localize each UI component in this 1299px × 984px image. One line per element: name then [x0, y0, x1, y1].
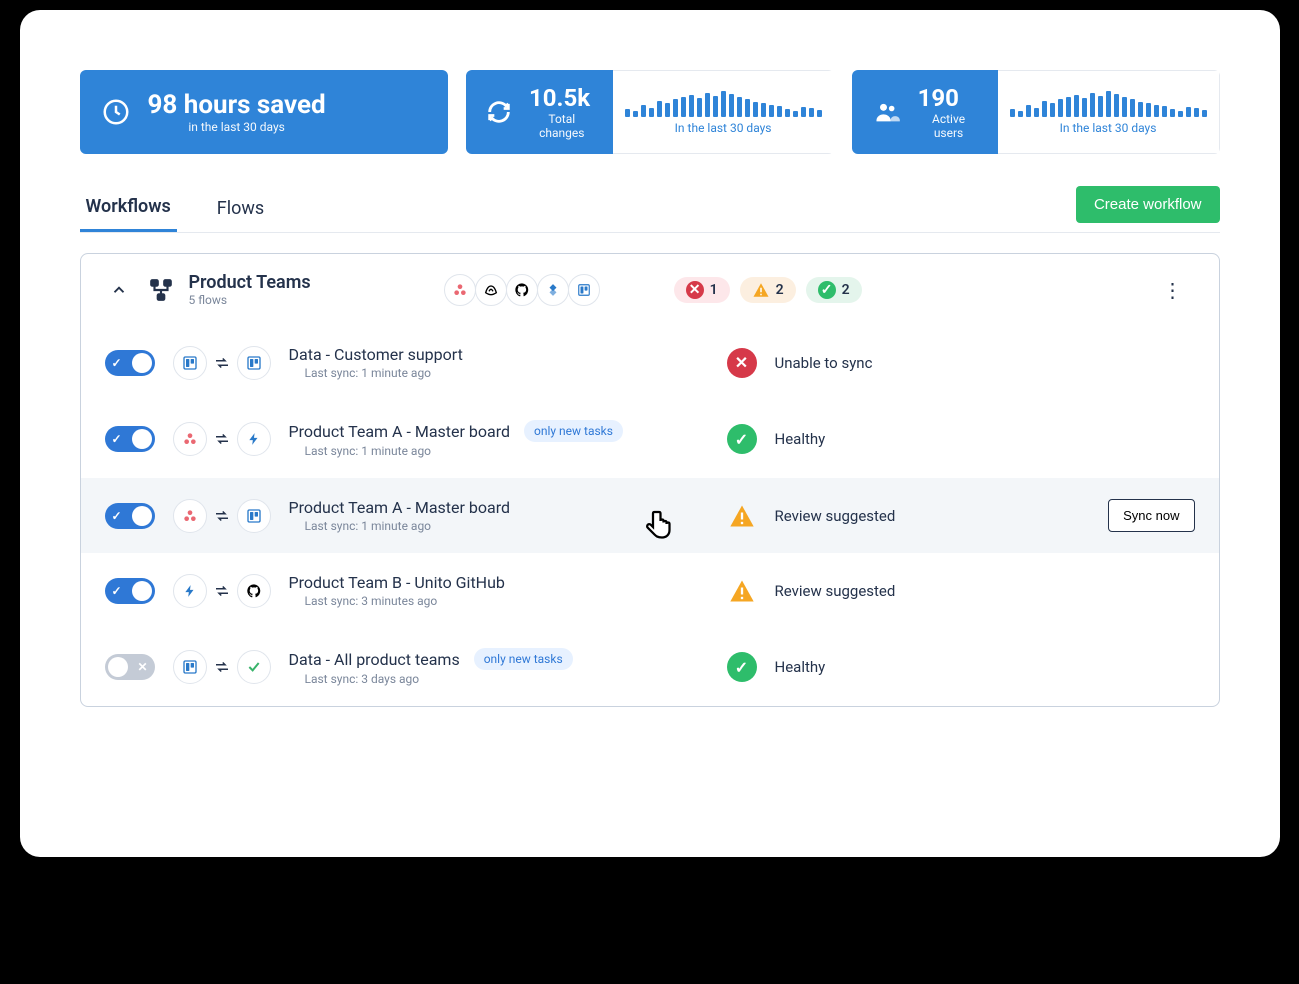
hours-value: 98 hours saved	[148, 90, 326, 120]
changes-sub: Total changes	[529, 112, 595, 140]
flow-status: Review suggested	[775, 507, 896, 525]
changes-value: 10.5k	[529, 84, 595, 112]
error-icon: ✕	[727, 348, 757, 378]
flow-last-sync: Last sync: 1 minute ago	[305, 519, 649, 533]
flow-status: Healthy	[775, 430, 826, 448]
bolt-icon	[237, 422, 271, 456]
flow-last-sync: Last sync: 1 minute ago	[305, 444, 649, 458]
tab-flows[interactable]: Flows	[211, 186, 270, 231]
trello-icon	[173, 650, 207, 684]
changes-caption: In the last 30 days	[675, 121, 772, 135]
clock-icon	[98, 94, 134, 130]
github-icon	[237, 574, 271, 608]
flow-toggle[interactable]	[105, 654, 155, 680]
flow-row[interactable]: Product Team A - Master board Last sync:…	[81, 478, 1219, 553]
flow-title: Data - All product teams	[289, 650, 460, 669]
more-menu-icon[interactable]: ⋮	[1151, 274, 1195, 306]
group-sub: 5 flows	[189, 293, 311, 307]
trello-icon	[173, 346, 207, 380]
badge-warnings: 2	[740, 277, 796, 303]
bolt-icon	[173, 574, 207, 608]
flow-toggle[interactable]	[105, 350, 155, 376]
healthy-icon: ✓	[727, 652, 757, 682]
healthy-icon: ✓	[727, 424, 757, 454]
sync-arrows-icon	[213, 354, 231, 372]
tab-workflows[interactable]: Workflows	[80, 184, 177, 232]
flow-badge: only new tasks	[524, 420, 623, 442]
hours-sub: in the last 30 days	[148, 120, 326, 134]
flow-toggle[interactable]	[105, 426, 155, 452]
users-icon	[870, 94, 904, 130]
workflow-panel: Product Teams 5 flows ✕1 2 ✓2 ⋮	[80, 253, 1220, 707]
sync-now-button[interactable]: Sync now	[1108, 499, 1194, 532]
badge-ok: ✓2	[806, 277, 862, 303]
trello-icon	[237, 346, 271, 380]
asana-icon	[444, 274, 476, 306]
flow-toggle[interactable]	[105, 578, 155, 604]
refresh-icon	[484, 94, 515, 130]
asana-icon	[173, 499, 207, 533]
flow-row[interactable]: Data - All product teams only new tasks …	[81, 628, 1219, 706]
check-icon	[237, 650, 271, 684]
flow-row[interactable]: Product Team B - Unito GitHub Last sync:…	[81, 553, 1219, 628]
flow-row[interactable]: Product Team A - Master board only new t…	[81, 400, 1219, 478]
badge-errors: ✕1	[674, 277, 730, 303]
sync-arrows-icon	[213, 582, 231, 600]
users-caption: In the last 30 days	[1060, 121, 1157, 135]
group-header[interactable]: Product Teams 5 flows ✕1 2 ✓2 ⋮	[81, 254, 1219, 325]
create-workflow-button[interactable]: Create workflow	[1076, 186, 1220, 223]
tab-row: Workflows Flows Create workflow	[80, 184, 1220, 233]
sync-arrows-icon	[213, 430, 231, 448]
status-badges: ✕1 2 ✓2	[674, 277, 862, 303]
flow-last-sync: Last sync: 3 days ago	[305, 672, 649, 686]
asana-icon	[173, 422, 207, 456]
flow-title: Data - Customer support	[289, 345, 649, 364]
group-title: Product Teams	[189, 272, 311, 293]
jira-icon	[537, 274, 569, 306]
flow-status: Review suggested	[775, 582, 896, 600]
warning-icon	[727, 501, 757, 531]
chevron-up-icon[interactable]	[105, 276, 133, 304]
flow-last-sync: Last sync: 1 minute ago	[305, 366, 649, 380]
cursor-pointer-icon	[641, 506, 677, 542]
trello-icon	[568, 274, 600, 306]
workflow-tree-icon	[147, 276, 175, 304]
flow-status: Unable to sync	[775, 354, 873, 372]
basecamp-icon	[475, 274, 507, 306]
changes-sparkline	[625, 89, 822, 117]
card-hours-saved: 98 hours saved in the last 30 days	[80, 70, 448, 154]
flow-title: Product Team A - Master board	[289, 498, 649, 517]
users-value: 190	[918, 84, 980, 112]
flow-row[interactable]: Data - Customer support Last sync: 1 min…	[81, 325, 1219, 400]
flow-title: Product Team A - Master board	[289, 422, 511, 441]
flow-last-sync: Last sync: 3 minutes ago	[305, 594, 649, 608]
tool-chips	[445, 274, 600, 306]
flow-title: Product Team B - Unito GitHub	[289, 573, 649, 592]
flow-status: Healthy	[775, 658, 826, 676]
flow-toggle[interactable]	[105, 503, 155, 529]
warning-icon	[727, 576, 757, 606]
card-total-changes: 10.5k Total changes In the last 30 days	[466, 70, 834, 154]
sync-arrows-icon	[213, 507, 231, 525]
sync-arrows-icon	[213, 658, 231, 676]
users-sub: Active users	[918, 112, 980, 140]
trello-icon	[237, 499, 271, 533]
stats-row: 98 hours saved in the last 30 days 10.5k…	[80, 70, 1220, 154]
card-active-users: 190 Active users In the last 30 days	[852, 70, 1220, 154]
github-icon	[506, 274, 538, 306]
users-sparkline	[1010, 89, 1207, 117]
flow-badge: only new tasks	[474, 648, 573, 670]
